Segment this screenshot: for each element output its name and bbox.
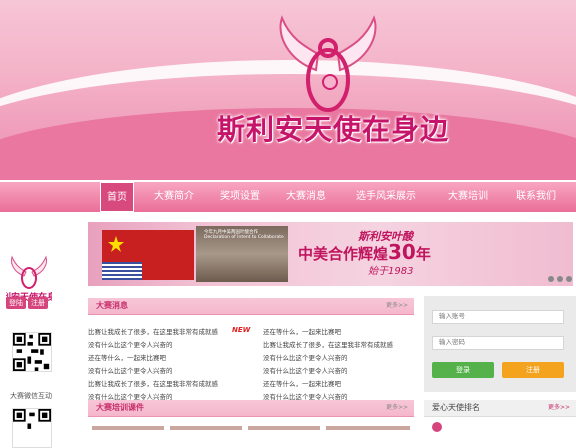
rank-more-link[interactable]: 更多>> [548,400,570,416]
training-thumb[interactable] [326,426,410,430]
news-section-header: 大赛消息 更多>> [88,298,414,315]
new-badge: NEW [232,326,251,334]
account-input[interactable] [432,310,564,324]
slider-dot-2[interactable] [557,276,563,282]
main-nav: 首页 大赛简介 奖项设置 大赛消息 选手风采展示 大赛培训 联系我们 [0,182,576,212]
header-banner: 斯利安天使在身边 [0,0,576,180]
wechat-qr-code [12,332,52,372]
flag-stars-icon [102,236,142,280]
slider-dot-3[interactable] [566,276,572,282]
photo-caption-en: Declaration of Intent to Collaborate [204,235,284,240]
rank-section-header: 爱心天使排名 更多>> [424,400,576,417]
slide-headline-prefix: 中美合作辉煌 [298,245,389,263]
angel-logo-icon [279,15,377,112]
side-register-button[interactable]: 注册 [28,297,48,309]
news-item[interactable]: 还在等什么，一起来比赛吧 [263,326,341,336]
china-flag-image [102,230,194,280]
nav-item-news[interactable]: 大赛消息 [278,182,334,212]
slide-headline: 中美合作辉煌30年 [298,240,431,264]
login-button[interactable]: 登录 [432,362,494,378]
ceremony-photo: 今年九月中美两国叶酸合作 Declaration of Intent to Co… [196,226,288,282]
nav-item-awards[interactable]: 奖项设置 [212,182,268,212]
news-item[interactable]: 还在等什么，一起来比赛吧 [263,378,341,388]
news-item[interactable]: 没有什么比这个更令人兴奋的 [88,365,173,375]
news-item[interactable]: 没有什么比这个更令人兴奋的 [263,365,348,375]
nav-item-training[interactable]: 大赛培训 [440,182,496,212]
news-item[interactable]: 比赛让我成长了很多，在这里我非常有成就感 [88,378,218,388]
nav-item-contact[interactable]: 联系我们 [506,182,566,212]
nav-item-home[interactable]: 首页 [100,182,134,212]
promo-slider[interactable]: 今年九月中美两国叶酸合作 Declaration of Intent to Co… [88,222,573,286]
slider-dot-1[interactable] [548,276,554,282]
rank-title: 爱心天使排名 [432,403,480,412]
banner-title: 斯利安天使在身边 [217,113,450,146]
slide-since: 始于1983 [368,266,414,277]
qr-label: 大赛微信互动 [10,392,52,400]
rank-avatar [432,422,442,432]
news-item[interactable]: 比赛让我成长了很多，在这里我非常有成就感 [263,339,393,349]
training-more-link[interactable]: 更多>> [386,400,408,416]
news-item[interactable]: 比赛让我成长了很多，在这里我非常有成就感 [88,326,218,336]
register-button[interactable]: 注册 [502,362,564,378]
training-thumb[interactable] [170,426,242,430]
news-more-link[interactable]: 更多>> [386,298,408,314]
news-item[interactable]: 没有什么比这个更令人兴奋的 [88,339,173,349]
password-input[interactable] [432,336,564,350]
side-login-button[interactable]: 登陆 [6,297,26,309]
news-section-title: 大赛消息 [96,301,128,310]
second-qr-code [12,408,52,448]
slide-headline-suffix: 年 [415,245,431,263]
news-item[interactable]: 还在等什么，一起来比赛吧 [88,352,166,362]
training-thumb[interactable] [248,426,320,430]
training-section-header: 大赛培训课件 更多>> [88,400,414,417]
training-section-title: 大赛培训课件 [96,403,144,412]
news-item[interactable]: 没有什么比这个更令人兴奋的 [263,352,348,362]
training-thumb[interactable] [92,426,164,430]
nav-item-about[interactable]: 大赛简介 [146,182,202,212]
slide-headline-number: 30 [388,240,416,264]
nav-item-contestants[interactable]: 选手风采展示 [346,182,426,212]
